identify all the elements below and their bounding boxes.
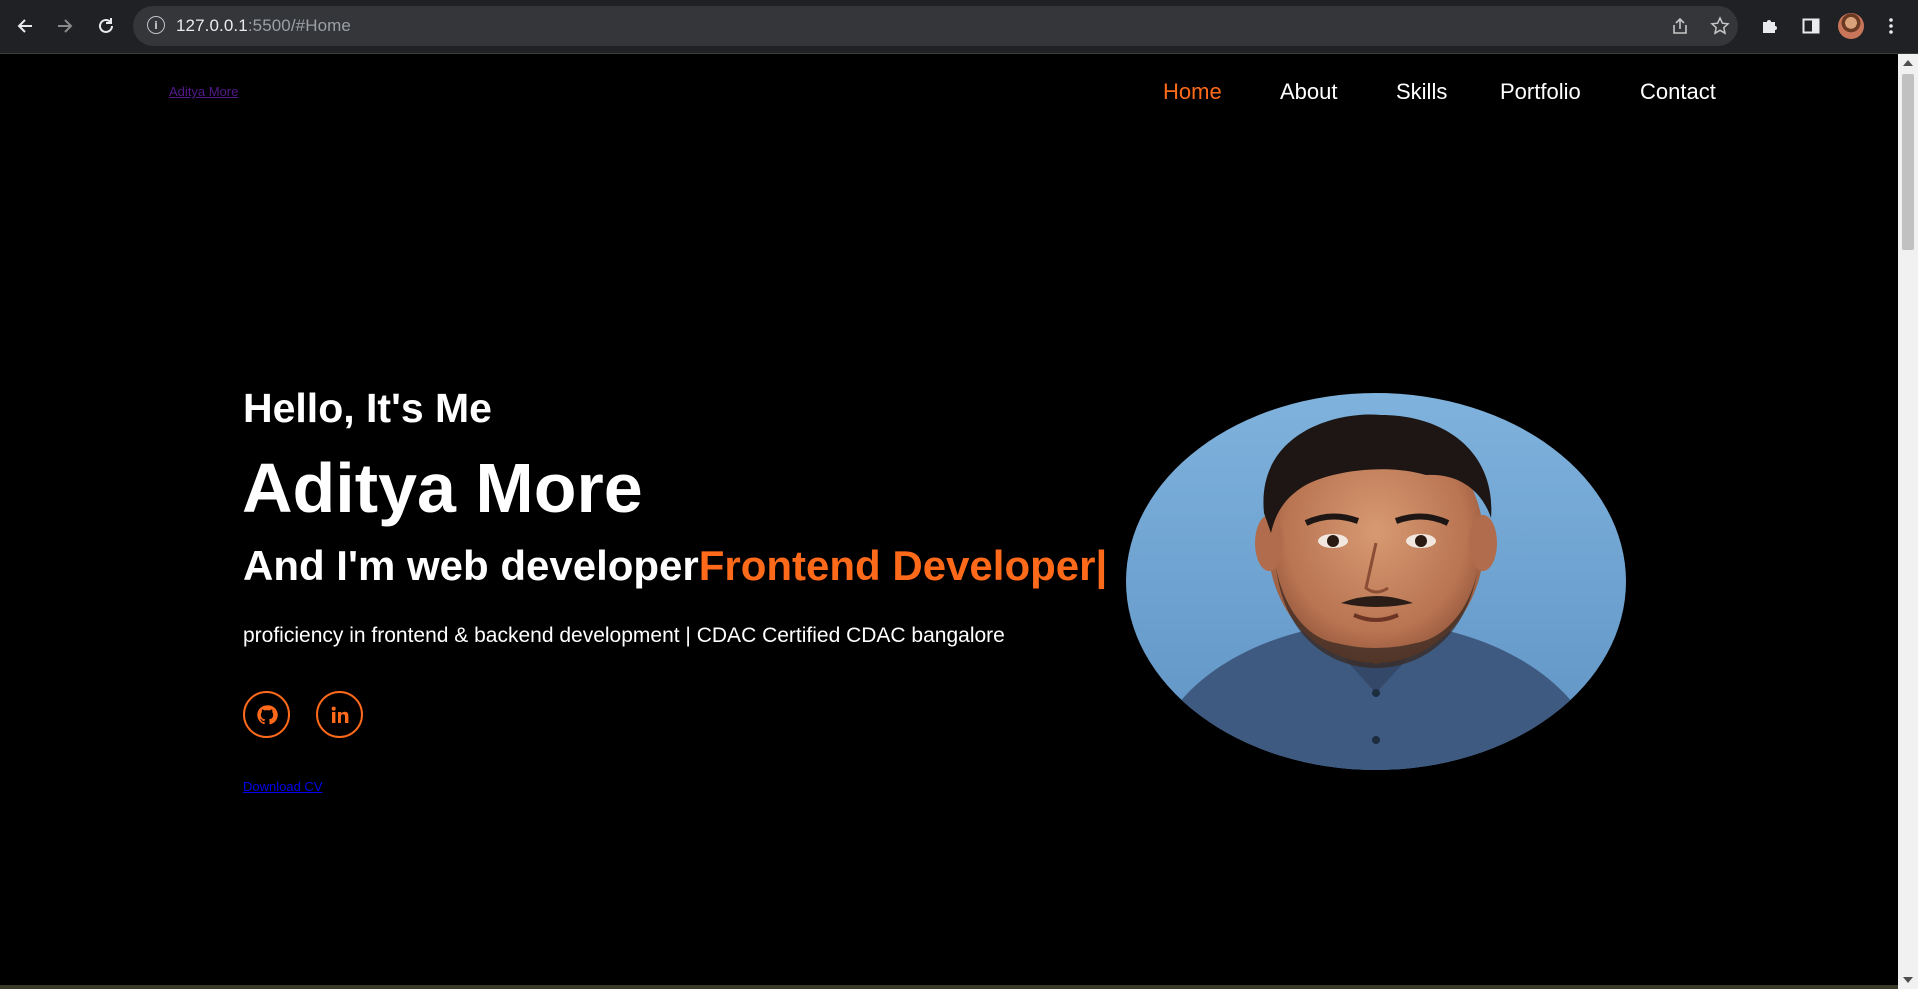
github-icon: [256, 704, 278, 724]
nav-portfolio[interactable]: Portfolio: [1500, 79, 1581, 105]
arrow-left-icon: [17, 19, 32, 33]
github-link[interactable]: [243, 691, 290, 738]
scroll-thumb[interactable]: [1902, 74, 1914, 250]
forward-button[interactable]: [51, 12, 79, 40]
reload-button[interactable]: [92, 12, 120, 40]
hero-role-typed: Frontend Developer|: [698, 542, 1108, 589]
url-host: 127.0.0.1: [176, 16, 248, 35]
nav-about[interactable]: About: [1280, 79, 1338, 105]
extensions-puzzle-icon[interactable]: [1756, 12, 1784, 40]
back-button[interactable]: [11, 12, 39, 40]
page-bottom-edge: [0, 985, 1898, 989]
browser-toolbar: i 127.0.0.1:5500/#Home: [0, 0, 1918, 54]
hero-role-static: And I'm web developer: [243, 542, 699, 589]
url-text[interactable]: 127.0.0.1:5500/#Home: [176, 16, 351, 36]
nav-contact[interactable]: Contact: [1640, 79, 1716, 105]
bookmark-star-icon[interactable]: [1708, 14, 1732, 38]
nav-home[interactable]: Home: [1163, 79, 1222, 105]
arrow-right-icon: [58, 19, 73, 33]
linkedin-icon: [331, 706, 348, 723]
vertical-scrollbar[interactable]: [1898, 54, 1918, 989]
profile-photo: [1126, 393, 1626, 770]
profile-avatar-icon[interactable]: [1838, 13, 1864, 39]
download-cv-link[interactable]: Download CV: [243, 779, 323, 794]
hero-greeting: Hello, It's Me: [243, 385, 492, 431]
hero-role: And I'm web developerFrontend Developer|: [243, 542, 1107, 590]
reload-icon: [99, 18, 113, 33]
hero-tagline: proficiency in frontend & backend develo…: [243, 624, 1005, 647]
scroll-up-icon[interactable]: [1903, 60, 1913, 66]
site-logo-link[interactable]: Aditya More: [169, 84, 238, 99]
site-info-icon[interactable]: i: [147, 16, 165, 34]
hero-name: Aditya More: [242, 449, 643, 527]
address-bar[interactable]: i 127.0.0.1:5500/#Home: [133, 6, 1738, 46]
share-icon[interactable]: [1668, 14, 1692, 38]
url-path: :5500/#Home: [247, 16, 351, 35]
kebab-menu-icon[interactable]: [1877, 12, 1905, 40]
linkedin-link[interactable]: [316, 691, 363, 738]
scroll-down-icon[interactable]: [1903, 977, 1913, 983]
side-panel-icon[interactable]: [1797, 12, 1825, 40]
nav-skills[interactable]: Skills: [1396, 79, 1447, 105]
